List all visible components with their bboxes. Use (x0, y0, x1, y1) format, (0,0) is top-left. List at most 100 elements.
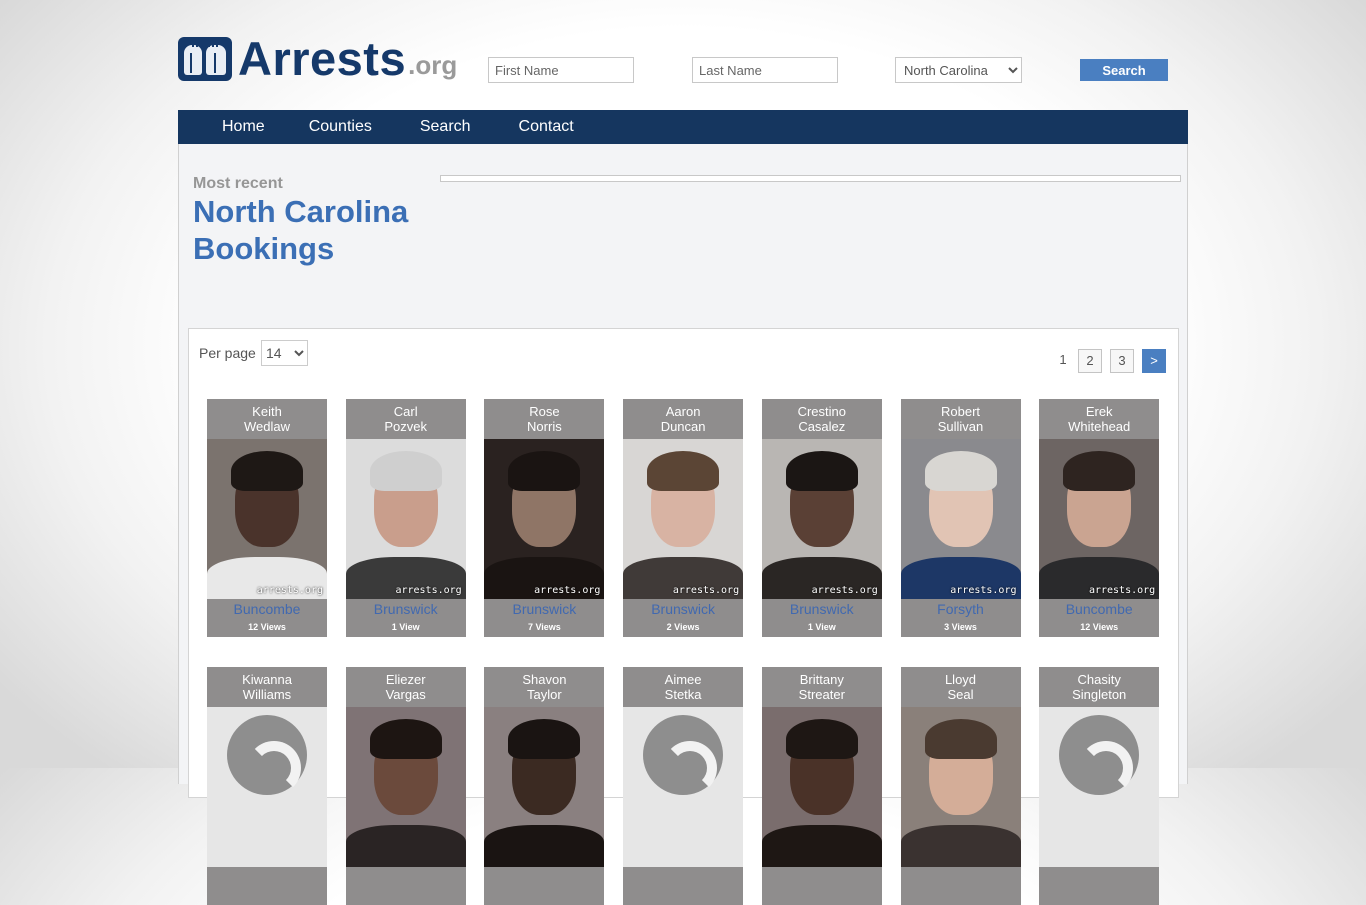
booking-card[interactable]: Rose Norris arrests.org Brunswick 7 Views (484, 399, 605, 637)
next-page-button[interactable]: > (1142, 349, 1166, 373)
first-name: Aimee (664, 672, 702, 687)
booking-name[interactable]: Erek Whitehead (1039, 399, 1159, 439)
booking-name[interactable]: Keith Wedlaw (207, 399, 327, 439)
watermark-text: arrests.org (256, 585, 323, 596)
county-link[interactable]: Brunswick (484, 601, 604, 617)
first-name: Rose (529, 404, 560, 419)
booking-card[interactable]: Shavon Taylor (484, 667, 605, 905)
mugshot-photo[interactable]: arrests.org (345, 439, 466, 599)
booking-name[interactable]: Eliezer Vargas (346, 667, 466, 707)
first-name: Lloyd (944, 672, 977, 687)
booking-card[interactable]: Crestino Casalez arrests.org Brunswick 1 Vie… (761, 399, 882, 637)
last-name: Sullivan (937, 419, 984, 434)
hair-shape (924, 451, 997, 491)
hair-shape (785, 719, 858, 759)
booking-card[interactable]: Erek Whitehead arrests.org Buncombe 12 Views (1039, 399, 1160, 637)
last-name: Duncan (660, 419, 706, 434)
booking-name[interactable]: Shavon Taylor (484, 667, 604, 707)
site-logo[interactable]: Arrests .org (178, 32, 457, 85)
last-name: Singleton (1072, 687, 1127, 702)
county-link[interactable]: Forsyth (901, 601, 1021, 617)
booking-name[interactable]: Lloyd Seal (901, 667, 1021, 707)
hair-shape (508, 451, 581, 491)
watermark-text: arrests.org (395, 585, 462, 596)
nav-contact[interactable]: Contact (519, 110, 574, 144)
booking-card[interactable]: Eliezer Vargas (345, 667, 466, 905)
page-3-link[interactable]: 3 (1110, 349, 1134, 373)
booking-name[interactable]: Crestino Casalez (762, 399, 882, 439)
booking-name[interactable]: Kiwanna Williams (207, 667, 327, 707)
booking-name[interactable]: Aimee Stetka (623, 667, 743, 707)
state-select[interactable]: North Carolina (895, 57, 1022, 83)
mugshot-photo[interactable] (761, 707, 882, 867)
mugshot-photo[interactable] (345, 707, 466, 867)
last-name: Pozvek (384, 419, 427, 434)
no-photo-placeholder[interactable] (207, 707, 327, 867)
hair-shape (508, 719, 581, 759)
booking-card[interactable]: Carl Pozvek arrests.org Brunswick 1 View (345, 399, 466, 637)
mugshot-photo[interactable]: arrests.org (623, 439, 744, 599)
booking-card[interactable]: Kiwanna Williams (207, 667, 327, 905)
view-count: 1 View (807, 622, 836, 632)
booking-name[interactable]: Chasity Singleton (1039, 667, 1159, 707)
first-name: Aaron (665, 404, 701, 419)
first-name: Eliezer (385, 672, 426, 687)
county-link[interactable]: Buncombe (207, 601, 327, 617)
booking-name[interactable]: Aaron Duncan (623, 399, 743, 439)
last-name: Seal (947, 687, 974, 702)
kicker-text: Most recent (193, 175, 283, 192)
booking-card[interactable]: Lloyd Seal (900, 667, 1021, 905)
per-page-label: Per page (199, 345, 256, 361)
question-mark-glyph (663, 741, 718, 795)
shirt-shape (761, 825, 882, 867)
mugshot-photo[interactable]: arrests.org (900, 439, 1021, 599)
mugshot-photo[interactable]: arrests.org (1039, 439, 1160, 599)
hair-shape (785, 451, 858, 491)
county-link[interactable]: Brunswick (762, 601, 882, 617)
booking-card[interactable]: Aimee Stetka (623, 667, 744, 905)
hair-shape (369, 719, 442, 759)
mugshot-photo[interactable]: arrests.org (761, 439, 882, 599)
bookings-listing: Per page 14 1 2 3 > Keith Wedlaw arrests.o… (188, 328, 1179, 905)
main-nav: Home Counties Search Contact (178, 110, 1188, 144)
booking-name[interactable]: Brittany Streater (762, 667, 882, 707)
booking-card[interactable]: Keith Wedlaw arrests.org Buncombe 12 Views (207, 399, 327, 637)
first-name: Kiwanna (242, 672, 292, 687)
mugshot-photo[interactable] (484, 707, 605, 867)
no-photo-placeholder[interactable] (1039, 707, 1160, 867)
mugshot-photo[interactable]: arrests.org (207, 439, 327, 599)
booking-name[interactable]: Robert Sullivan (901, 399, 1021, 439)
logo-text: Arrests (238, 32, 407, 85)
last-name: Taylor (527, 687, 562, 702)
hair-shape (924, 719, 997, 759)
search-button[interactable]: Search (1080, 59, 1168, 81)
nav-counties[interactable]: Counties (309, 110, 372, 144)
booking-card[interactable]: Brittany Streater (761, 667, 882, 905)
county-link[interactable]: Brunswick (623, 601, 743, 617)
booking-name[interactable]: Carl Pozvek (346, 399, 466, 439)
shirt-shape (484, 825, 605, 867)
first-name-input[interactable] (488, 57, 634, 83)
booking-card[interactable]: Robert Sullivan arrests.org Forsyth 3 Views (900, 399, 1021, 637)
first-name: Chasity (1077, 672, 1121, 687)
booking-card[interactable]: Aaron Duncan arrests.org Brunswick 2 Views (623, 399, 744, 637)
mugshot-photo[interactable]: arrests.org (484, 439, 605, 599)
last-name: Wedlaw (243, 419, 290, 434)
booking-name[interactable]: Rose Norris (484, 399, 604, 439)
page-2-link[interactable]: 2 (1078, 349, 1102, 373)
nav-home[interactable]: Home (222, 110, 265, 144)
nav-search[interactable]: Search (420, 110, 471, 144)
last-name: Streater (798, 687, 845, 702)
last-name-input[interactable] (692, 57, 838, 83)
last-name: Casalez (798, 419, 846, 434)
no-photo-placeholder[interactable] (623, 707, 744, 867)
county-link[interactable]: Brunswick (346, 601, 466, 617)
booking-card[interactable]: Chasity Singleton (1039, 667, 1160, 905)
first-name: Shavon (522, 672, 567, 687)
last-name: Vargas (385, 687, 426, 702)
handcuffs-icon (178, 37, 232, 81)
site-header: Arrests .org North Carolina Search (178, 32, 1188, 86)
county-link[interactable]: Buncombe (1039, 601, 1159, 617)
mugshot-photo[interactable] (900, 707, 1021, 867)
per-page-select[interactable]: 14 (261, 340, 308, 366)
